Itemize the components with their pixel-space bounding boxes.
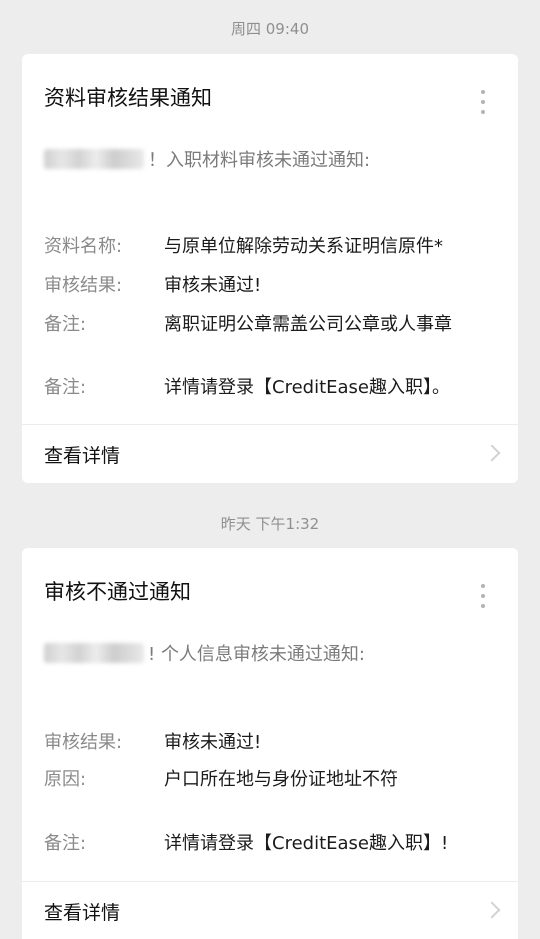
field-value: 与原单位解除劳动关系证明信原件* <box>164 236 443 257</box>
redacted-name <box>44 149 144 169</box>
message-timestamp: 昨天 下午1:32 <box>220 515 320 533</box>
notification-card[interactable]: 资料审核结果通知 ！入职材料审核未通过通知: 资料名称: 与原单位解除劳动关系证… <box>22 54 518 483</box>
field-label: 备注: <box>44 377 87 398</box>
chevron-right-icon <box>483 901 501 919</box>
field-value: 详情请登录【CreditEase趣入职】。 <box>164 377 450 398</box>
card-title: 审核不通过通知 <box>44 580 191 604</box>
field-value: 审核未通过! <box>164 275 262 296</box>
field-label: 备注: <box>44 314 87 335</box>
greeting-line: ！入职材料审核未通过通知: <box>44 146 371 171</box>
field-value: 离职证明公章需盖公司公章或人事章 <box>164 314 452 335</box>
message-timestamp: 周四 09:40 <box>231 20 309 38</box>
chevron-right-icon <box>483 444 501 462</box>
greeting-text: ! 个人信息审核未通过通知: <box>148 644 366 665</box>
field-label: 备注: <box>44 833 87 854</box>
field-value: 详情请登录【CreditEase趣入职】! <box>164 833 449 854</box>
notification-card[interactable]: 审核不通过通知 ! 个人信息审核未通过通知: 审核结果: 审核未通过! 原因: … <box>22 548 518 939</box>
greeting-text: ！入职材料审核未通过通知: <box>148 150 371 171</box>
view-details-button[interactable]: 查看详情 <box>22 882 518 939</box>
field-label: 原因: <box>44 769 87 790</box>
more-vertical-icon[interactable] <box>478 584 488 612</box>
chat-screen: 周四 09:40 资料审核结果通知 ！入职材料审核未通过通知: 资料名称: 与原… <box>0 0 540 939</box>
greeting-line: ! 个人信息审核未通过通知: <box>44 640 366 665</box>
field-value: 审核未通过! <box>164 732 262 753</box>
field-value: 户口所在地与身份证地址不符 <box>164 769 398 790</box>
field-label: 审核结果: <box>44 275 123 296</box>
more-vertical-icon[interactable] <box>478 90 488 118</box>
view-details-label: 查看详情 <box>44 445 121 467</box>
view-details-button[interactable]: 查看详情 <box>22 425 518 483</box>
redacted-name <box>44 643 144 663</box>
field-label: 资料名称: <box>44 236 123 257</box>
field-label: 审核结果: <box>44 732 123 753</box>
view-details-label: 查看详情 <box>44 902 121 924</box>
card-title: 资料审核结果通知 <box>44 86 212 110</box>
